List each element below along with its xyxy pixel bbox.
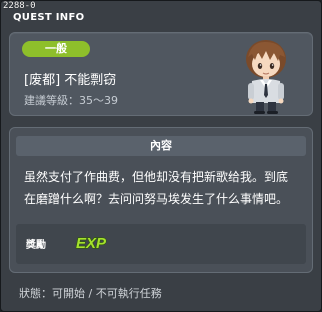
description-line: 在磨蹭什么啊？去问问努马埃发生了什么事情吧。	[24, 192, 289, 206]
reward-label: 獎勵	[26, 240, 46, 251]
quest-content-panel: 內容 虽然支付了作曲费，但他却没有把新歌给我。到底 在磨蹭什么啊？去问问努马埃发…	[9, 127, 313, 273]
description-line: 虽然支付了作曲费，但他却没有把新歌给我。到底	[24, 170, 289, 184]
recommended-level: 建議等級：35～39	[24, 94, 118, 107]
exp-icon: EXP	[75, 234, 107, 252]
quest-header-panel: 一般 [废都] 不能剽窃 建議等級：35～39	[9, 32, 313, 116]
quest-description: 虽然支付了作曲费，但他却没有把新歌给我。到底 在磨蹭什么啊？去问问努马埃发生了什…	[24, 166, 304, 210]
quest-status: 狀態：可開始 / 不可執行任務	[19, 287, 162, 300]
reward-row: 獎勵 EXP	[16, 224, 306, 264]
quest-name: [废都] 不能剽窃	[24, 73, 117, 88]
content-header: 內容	[16, 136, 306, 156]
category-badge: 一般	[22, 41, 90, 57]
title-bar[interactable]: 2288-0 QUEST INFO	[1, 1, 321, 25]
exp-icon-text: EXP	[76, 235, 107, 252]
window-title: QUEST INFO	[13, 12, 85, 23]
window-id: 2288-0	[3, 1, 36, 11]
npc-boy-avatar-icon	[246, 40, 286, 114]
quest-info-window: 2288-0 QUEST INFO 一般 [废都] 不能剽窃 建議等級：35～3…	[0, 0, 322, 312]
